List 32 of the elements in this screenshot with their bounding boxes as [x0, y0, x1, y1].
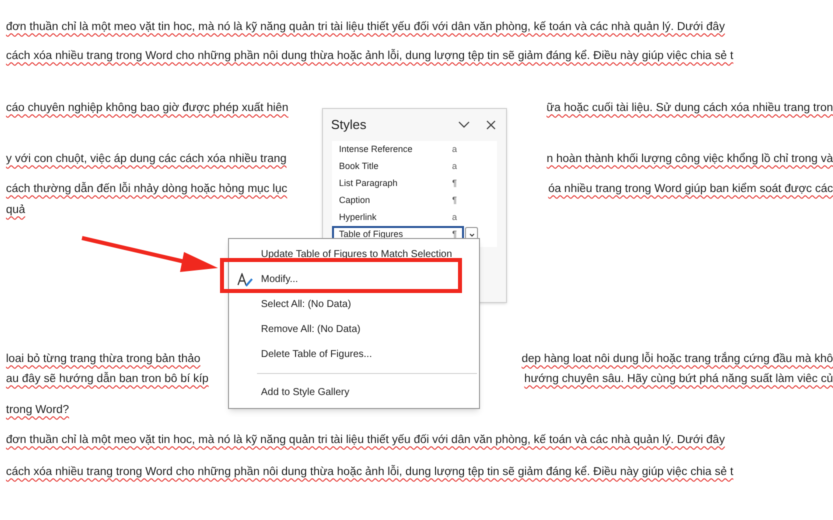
close-icon[interactable] — [486, 120, 496, 130]
body-text: au đây sẽ hướng dẫn ban tron bô bí kíp — [6, 371, 209, 388]
style-item[interactable]: List Paragraph ¶ — [332, 175, 464, 192]
style-item[interactable]: Caption ¶ — [332, 192, 464, 209]
body-text: trong Word? — [6, 403, 70, 418]
body-text: đơn thuần chỉ là một meo vặt tin hoc, mà nó là kỹ năng quản tri tài liệu thiết yếu đối với dân văn phòng, kế toán và các nhà quản lý. Dưới đây — [6, 20, 725, 36]
body-text: cáo chuyên nghiệp không bao giờ được phép xuất hiên — [6, 101, 288, 116]
body-text: cách xóa nhiều trang trong Word cho những phần nôi dung thừa hoặc ảnh lỗi, dung lượng tệp tin sẽ giảm đáng kể. Điều này giúp việc chia sẻ t — [6, 48, 734, 64]
body-text: cách thường dẫn đến lỗi nhảy dòng hoặc hỏng mục lục — [6, 181, 288, 198]
font-pen-icon — [236, 272, 254, 286]
body-text: dep hàng loat nôi dung lỗi hoặc trang trắng cứng đầu mà khô — [522, 351, 833, 368]
caret-icon — [468, 232, 474, 236]
style-item[interactable]: Hyperlink a — [332, 209, 464, 226]
pane-title: Styles — [331, 116, 366, 134]
body-text: óa nhiều trang trong Word giúp ban kiểm soát được các — [548, 182, 833, 198]
style-item[interactable]: Intense Reference a — [332, 141, 464, 158]
menu-item[interactable]: Select All: (No Data) — [261, 298, 352, 310]
body-text: ữa hoặc cuối tài liệu. Sử dung cách xóa nhiều trang tron — [546, 101, 833, 116]
style-item[interactable]: Book Title a — [332, 158, 464, 175]
menu-item[interactable]: Add to Style Gallery — [261, 386, 350, 398]
body-text: loai bỏ từng trang thừa trong bản thảo — [6, 352, 200, 368]
body-text: y với con chuột, việc áp dung các cách xóa nhiều trang — [6, 152, 287, 168]
body-text: quả — [6, 203, 26, 218]
menu-item[interactable]: Delete Table of Figures... — [261, 348, 372, 360]
menu-item[interactable]: Update Table of Figures to Match Selection — [261, 248, 452, 260]
body-text: đơn thuần chỉ là một meo vặt tin hoc, mà nó là kỹ năng quản tri tài liệu thiết yếu đối với dân văn phòng, kế toán và các nhà quản lý. Dưới đây — [6, 433, 725, 448]
body-text: n hoàn thành khối lượng công việc khổng lồ chỉ trong và — [546, 152, 833, 168]
body-text: cách xóa nhiều trang trong Word cho những phần nôi dung thừa hoặc ảnh lỗi, dung lượng tệp tin sẽ giảm đáng kể. Điều này giúp việc chia sẻ t — [6, 464, 734, 480]
body-text: hướng chuyên sâu. Hãy cùng bứt phá năng suất làm viêc củ — [524, 372, 833, 388]
menu-item[interactable]: Modify... — [261, 274, 298, 286]
menu-item[interactable]: Remove All: (No Data) — [261, 324, 360, 336]
chevron-down-icon[interactable] — [458, 121, 470, 129]
